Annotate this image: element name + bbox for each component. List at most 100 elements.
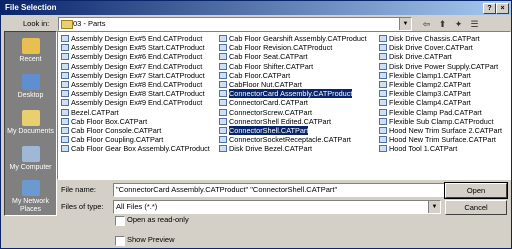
catia-file-icon [61, 35, 69, 42]
file-name-field[interactable]: "ConnectorCard Assembly.CATProduct" "Con… [113, 183, 471, 197]
help-button[interactable]: ? [483, 3, 496, 14]
file-item[interactable]: Disk Drive.CATPart [378, 52, 508, 61]
file-item[interactable]: Flexible Clamp2.CATPart [378, 80, 508, 89]
file-item-label: Assembly Design Ex#8 End.CATProduct [71, 79, 203, 89]
file-item[interactable]: Flexible Clamp1.CATPart [378, 71, 508, 80]
file-item-label: Cab Floor Shifter.CATPart [229, 61, 314, 71]
file-item[interactable]: Hood New Trim Surface.CATPart [378, 135, 508, 144]
place-recent[interactable]: Recent [5, 38, 56, 64]
catia-file-icon [219, 145, 227, 153]
chevron-down-icon[interactable]: ▼ [428, 201, 440, 213]
place-my-computer[interactable]: My Computer [5, 146, 56, 172]
file-list[interactable]: Assembly Design Ex#5 End.CATProduct Assem… [57, 31, 511, 180]
file-item[interactable]: Assembly Design Ex#5 Start.CATProduct [60, 43, 215, 52]
file-item[interactable]: Cab Floor Shifter.CATPart [218, 62, 376, 71]
file-item[interactable]: Flexible Sub Clamp.CATProduct [378, 117, 508, 126]
catia-file-icon [379, 53, 387, 61]
file-item[interactable]: Cab Floor Coupling.CATPart [60, 135, 215, 144]
file-item-label: Assembly Design Ex#9 End.CATProduct [71, 98, 203, 108]
file-item[interactable]: Disk Drive Bezel.CATPart [218, 144, 376, 153]
file-item[interactable]: Cab Floor Box.CATPart [60, 117, 215, 126]
file-item[interactable]: Cab Floor Gearshift Assembly.CATProduct [218, 34, 376, 43]
chevron-down-icon[interactable]: ▼ [399, 18, 411, 30]
close-button[interactable]: × [496, 3, 509, 14]
file-item[interactable]: Cab Floor Gear Box Assembly.CATProduct [60, 144, 215, 153]
up-folder-icon[interactable]: ⬆ [436, 18, 449, 30]
desktop-icon [21, 74, 40, 90]
look-in-combo[interactable]: 03 - Parts ▼ [58, 17, 412, 31]
file-item-label: Cab Floor Revision.CATProduct [229, 43, 333, 53]
catia-file-icon [61, 126, 69, 134]
file-item[interactable]: ConnectorCard.CATPart [218, 98, 376, 107]
file-item-label: CabFloor Nut.CATPart [229, 79, 302, 89]
place-network[interactable]: My Network Places [5, 180, 56, 214]
file-item-label: ConnectorScrew.CATPart [229, 107, 312, 117]
file-item-label: Assembly Design Ex#6 End.CATProduct [71, 52, 203, 62]
file-item[interactable]: ConnectorShell Edited.CATPart [218, 117, 376, 126]
catia-file-icon [219, 53, 227, 61]
catia-file-icon [219, 35, 227, 42]
open-button[interactable]: Open [444, 182, 508, 199]
new-folder-icon[interactable]: ✦ [452, 18, 465, 30]
file-item[interactable]: Cab Floor Revision.CATProduct [218, 43, 376, 52]
file-item[interactable]: Cab Floor Console.CATPart [60, 126, 215, 135]
file-item[interactable]: CabFloor Nut.CATPart [218, 80, 376, 89]
file-item[interactable]: Disk Drive Power Supply.CATPart [378, 62, 508, 71]
catia-file-icon [61, 145, 69, 153]
window-title: File Selection [5, 3, 57, 12]
file-item[interactable]: Bezel.CATPart [60, 108, 215, 117]
catia-file-icon [379, 126, 387, 134]
file-item[interactable]: ConnectorScrew.CATPart [218, 108, 376, 117]
open-readonly-label: Open as read-only [127, 215, 189, 224]
file-item[interactable]: Assembly Design Ex#7 Start.CATProduct [60, 71, 215, 80]
places-bar: Recent Desktop My Documents My Computer … [4, 31, 57, 216]
file-item-label: ConnectorCard.CATPart [229, 98, 308, 108]
show-preview-checkbox[interactable] [115, 236, 125, 246]
folder-icon [61, 20, 73, 29]
file-item[interactable]: Assembly Design Ex#6 End.CATProduct [60, 52, 215, 61]
file-item[interactable]: ConnectorShell.CATPart [218, 124, 376, 136]
show-preview-label: Show Preview [127, 235, 175, 244]
file-item[interactable]: Assembly Design Ex#5 End.CATProduct [60, 34, 215, 43]
catia-file-icon [379, 90, 387, 98]
file-selection-dialog: File Selection ? × Look in: 03 - Parts ▼… [0, 0, 512, 249]
catia-file-icon [61, 99, 69, 107]
file-item[interactable]: Assembly Design Ex#7 End.CATProduct [60, 62, 215, 71]
catia-file-icon [379, 136, 387, 144]
file-item[interactable]: Flexible Clamp4.CATPart [378, 98, 508, 107]
file-column: Assembly Design Ex#5 End.CATProduct Assem… [60, 34, 215, 153]
file-item-label: Flexible Clamp4.CATPart [389, 98, 471, 108]
file-item[interactable]: Hood Tool 1.CATPart [378, 144, 508, 153]
file-item[interactable]: Flexible Clamp3.CATPart [378, 89, 508, 98]
file-item[interactable]: Flexible Clamp Pad.CATPart [378, 108, 508, 117]
file-item-label: Cab Floor Console.CATPart [71, 125, 162, 135]
view-menu-icon[interactable]: ☰ [468, 18, 481, 30]
cancel-button[interactable]: Cancel [445, 200, 507, 215]
file-item[interactable]: Assembly Design Ex#8 Start.CATProduct [60, 89, 215, 98]
look-in-label: Look in: [23, 19, 50, 28]
file-item[interactable]: Disk Drive Cover.CATPart [378, 43, 508, 52]
file-item[interactable]: Cab Floor Seat.CATPart [218, 52, 376, 61]
my-computer-icon [21, 146, 40, 162]
open-readonly-checkbox[interactable] [115, 216, 125, 226]
catia-file-icon [379, 108, 387, 116]
catia-file-icon [219, 99, 227, 107]
file-item[interactable]: Cab Floor.CATPart [218, 71, 376, 80]
catia-file-icon [61, 90, 69, 98]
file-item[interactable]: ConnectorCard Assembly.CATProduct [218, 88, 376, 100]
file-item[interactable]: ConnectorSocketReceptacle.CATPart [218, 135, 376, 144]
catia-file-icon [379, 44, 387, 52]
catia-file-icon [61, 108, 69, 116]
file-item-label: Assembly Design Ex#8 Start.CATProduct [71, 89, 205, 99]
file-item[interactable]: Assembly Design Ex#9 End.CATProduct [60, 98, 215, 107]
place-label: My Network Places [12, 198, 49, 213]
catia-file-icon [61, 71, 69, 79]
place-desktop[interactable]: Desktop [5, 74, 56, 100]
file-item[interactable]: Disk Drive Chassis.CATPart [378, 34, 508, 43]
place-my-documents[interactable]: My Documents [5, 110, 56, 136]
file-item-label: Cab Floor Gearshift Assembly.CATProduct [229, 34, 367, 43]
file-item[interactable]: Assembly Design Ex#8 End.CATProduct [60, 80, 215, 89]
back-icon[interactable]: ⇦ [420, 18, 433, 30]
file-item[interactable]: Hood New Trim Surface 2.CATPart [378, 126, 508, 135]
files-of-type-combo[interactable]: All Files (*.*) ▼ [113, 200, 441, 214]
